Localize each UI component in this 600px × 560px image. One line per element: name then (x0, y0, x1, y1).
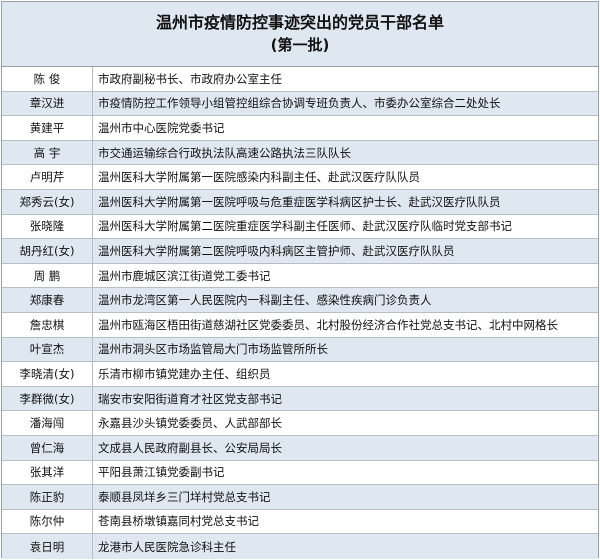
table-row: 陈正豹 泰顺县凤垟乡三门垟村党总支书记 (2, 485, 598, 510)
table-row: 黄建平 温州市中心医院党委书记 (2, 116, 598, 141)
name-cell: 李群微(女) (2, 386, 93, 411)
name-cell: 詹忠棋 (2, 312, 93, 337)
name-cell: 胡丹红(女) (2, 239, 93, 263)
table-row: 潘海闯 永嘉县沙头镇党委委员、人武部部长 (2, 411, 598, 436)
name-cell: 郑秀云(女) (2, 189, 93, 214)
position-cell: 苍南县桥墩镇嘉同村党总支书记 (98, 514, 259, 529)
position-cell: 乐清市柳市镇党建办主任、组织员 (98, 366, 271, 381)
table-row: 陈 俊市政府副秘书长、市政府办公室主任 (2, 67, 598, 92)
name-cell: 张晓隆 (2, 214, 93, 239)
personnel-list-table: 温州市疫情防控事迹突出的党员干部名单 (第一批) 陈 俊市政府副秘书长、市政府办… (1, 1, 599, 559)
table-row: 曾仁海 文成县人民政府副县长、公安局局长 (2, 435, 598, 461)
position-cell: 市疫情防控工作领导小组管控组综合协调专班负责人、市委办公室综合二处处长 (98, 96, 501, 111)
position-cell: 平阳县萧江镇党委副书记 (98, 465, 225, 480)
name-cell: 郑康春 (2, 288, 93, 312)
page-title: 温州市疫情防控事迹突出的党员干部名单 (155, 13, 444, 32)
name-cell: 章汉进 (2, 91, 93, 116)
name-cell: 陈尔仲 (2, 509, 93, 534)
position-cell: 温州医科大学附属第一医院呼吸与危重症医学科病区护士长、赴武汉医疗队队员 (98, 194, 501, 209)
position-cell: 市交通运输综合行政执法队高速公路执法三队队长 (98, 145, 351, 160)
position-cell: 瑞安市安阳街道育才社区党支部书记 (98, 391, 282, 406)
name-cell: 曾仁海 (2, 435, 93, 460)
position-cell: 温州市中心医院党委书记 (98, 120, 225, 135)
name-cell: 叶宣杰 (2, 337, 93, 362)
position-cell: 温州医科大学附属第二医院呼吸内科病区主管护师、赴武汉医疗队队员 (98, 243, 455, 258)
position-cell: 文成县人民政府副县长、公安局局长 (98, 440, 282, 455)
position-cell: 温州市鹿城区滨江街道党工委书记 (98, 268, 271, 283)
table-row: 高 宇市交通运输综合行政执法队高速公路执法三队队长 (2, 140, 598, 166)
name-cell: 周 鹏 (2, 263, 93, 288)
name-cell: 卢明芹 (2, 165, 93, 189)
table-body: 陈 俊市政府副秘书长、市政府办公室主任 章汉进 市疫情防控工作领导小组管控组综合协调… (2, 67, 598, 559)
table-row: 张晓隆 温州医科大学附属第二医院重症医学科副主任医师、赴武汉医疗队临时党支部书记 (2, 214, 598, 240)
table-row: 章汉进 市疫情防控工作领导小组管控组综合协调专班负责人、市委办公室综合二处处长 (2, 91, 598, 117)
page-subtitle: (第一批) (270, 36, 330, 54)
table-row: 陈尔仲 苍南县桥墩镇嘉同村党总支书记 (2, 509, 598, 535)
position-cell: 温州市瓯海区梧田街道慈湖社区党委委员、北村股份经济合作社党总支书记、北村中网格长 (98, 317, 558, 332)
name-cell: 高 宇 (2, 140, 93, 165)
position-cell: 市政府副秘书长、市政府办公室主任 (98, 71, 282, 86)
table-row: 李晓清(女) 乐清市柳市镇党建办主任、组织员 (2, 362, 598, 387)
position-cell: 龙港市人民医院急诊科主任 (98, 539, 236, 554)
position-cell: 温州医科大学附属第一医院感染内科副主任、赴武汉医疗队队员 (98, 170, 420, 185)
table-row: 周 鹏温州市鹿城区滨江街道党工委书记 (2, 263, 598, 289)
position-cell: 温州市龙湾区第一人民医院内一科副主任、感染性疾病门诊负责人 (98, 293, 432, 308)
position-cell: 永嘉县沙头镇党委委员、人武部部长 (98, 416, 282, 431)
table-row: 郑康春 温州市龙湾区第一人民医院内一科副主任、感染性疾病门诊负责人 (2, 288, 598, 313)
table-row: 郑秀云(女) 温州医科大学附属第一医院呼吸与危重症医学科病区护士长、赴武汉医疗队队… (2, 189, 598, 215)
table-row: 张其洋 平阳县萧江镇党委副书记 (2, 460, 598, 486)
table-row: 李群微(女) 瑞安市安阳街道育才社区党支部书记 (2, 386, 598, 412)
name-cell: 张其洋 (2, 460, 93, 485)
position-cell: 温州市洞头区市场监管局大门市场监管所所长 (98, 342, 328, 357)
name-cell: 李晓清(女) (2, 362, 93, 386)
table-row: 卢明芹 温州医科大学附属第一医院感染内科副主任、赴武汉医疗队队员 (2, 165, 598, 190)
position-cell: 温州医科大学附属第二医院重症医学科副主任医师、赴武汉医疗队临时党支部书记 (98, 219, 512, 234)
name-cell: 陈 俊 (2, 67, 93, 91)
table-row: 胡丹红(女) 温州医科大学附属第二医院呼吸内科病区主管护师、赴武汉医疗队队员 (2, 239, 598, 264)
table-row: 叶宣杰 温州市洞头区市场监管局大门市场监管所所长 (2, 337, 598, 363)
table-header: 温州市疫情防控事迹突出的党员干部名单 (第一批) (2, 2, 598, 67)
position-cell: 泰顺县凤垟乡三门垟村党总支书记 (98, 489, 271, 504)
name-cell: 黄建平 (2, 116, 93, 140)
name-cell: 袁日明 (2, 534, 93, 559)
name-cell: 潘海闯 (2, 411, 93, 435)
table-row: 詹忠棋 温州市瓯海区梧田街道慈湖社区党委委员、北村股份经济合作社党总支书记、北村中… (2, 312, 598, 338)
table-row: 袁日明 龙港市人民医院急诊科主任 (2, 534, 598, 559)
name-cell: 陈正豹 (2, 485, 93, 509)
